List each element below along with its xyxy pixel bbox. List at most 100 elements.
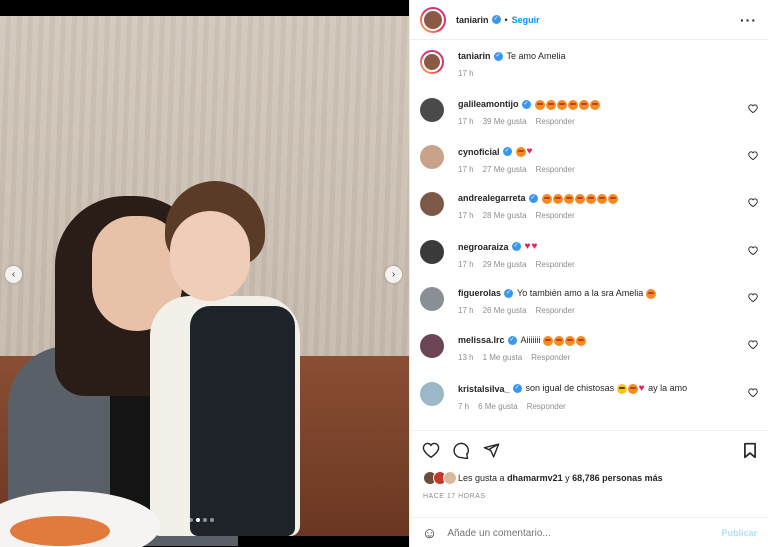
likes-middle: y — [565, 473, 570, 483]
verified-icon: ✓ — [521, 99, 531, 109]
comment-username[interactable]: melissa.lrc — [458, 334, 505, 346]
more-options-icon[interactable]: ··· — [740, 12, 757, 28]
heart-eyes-emoji-icon — [607, 193, 618, 204]
reply-button[interactable]: Responder — [536, 117, 575, 126]
comment-username[interactable]: kristalsilva_ — [458, 383, 510, 395]
comment-likes[interactable]: 28 Me gusta — [483, 211, 527, 220]
likes-user[interactable]: dhamarmv21 — [507, 473, 563, 483]
comment-likes[interactable]: 6 Me gusta — [478, 402, 518, 411]
reply-button[interactable]: Responder — [536, 165, 575, 174]
heart-eyes-emoji-icon — [574, 193, 585, 204]
comment-username[interactable]: cynoficial — [458, 146, 500, 158]
comment-text-content: Yo también amo a la sra Amelia — [517, 288, 644, 298]
verified-icon: ✓ — [528, 193, 538, 203]
heart-eyes-emoji-icon — [534, 99, 545, 110]
comment-text: ♥ — [515, 145, 534, 158]
heart-eyes-emoji-icon — [515, 146, 526, 157]
heart-eyes-emoji-icon — [578, 99, 589, 110]
carousel-dot-active — [196, 518, 200, 522]
post-timestamp: HACE 17 HORAS — [423, 493, 486, 500]
comment-item: negroaraiza ✓ ♥♥ 17 h 29 Me gusta Responder — [420, 240, 760, 269]
red-heart-emoji-icon: ♥ — [531, 241, 538, 252]
heart-eyes-emoji-icon — [585, 193, 596, 204]
comment-icon[interactable] — [453, 442, 470, 464]
likes-summary[interactable]: Les gusta a dhamarmv21 y 68,786 personas… — [423, 471, 663, 485]
comment-text: son igual de chistosas ♥ ay la amo — [526, 382, 688, 395]
verified-icon: ✓ — [502, 147, 512, 156]
caption: taniarin ✓ Te amo Amelia 17 h — [420, 50, 760, 78]
reply-button[interactable]: Responder — [536, 306, 575, 315]
carousel-dot — [203, 518, 207, 522]
carousel-dot — [210, 518, 214, 522]
comment-like-heart-icon[interactable] — [748, 104, 758, 116]
verified-icon: ✓ — [512, 384, 522, 393]
emoji-picker-icon[interactable]: ☺ — [422, 525, 437, 542]
heart-eyes-emoji-icon — [576, 335, 587, 346]
comment-like-heart-icon[interactable] — [748, 246, 758, 258]
follow-button[interactable]: Seguir — [512, 15, 540, 25]
reply-button[interactable]: Responder — [536, 211, 575, 220]
comment-time: 17 h — [458, 211, 474, 220]
liker-avatar — [443, 471, 457, 485]
post-photo — [0, 16, 409, 547]
reply-button[interactable]: Responder — [531, 353, 570, 362]
author-username[interactable]: taniarin — [456, 15, 489, 25]
carousel-next-button[interactable]: › — [385, 266, 402, 283]
post-header: taniarin ✓ • Seguir ··· — [410, 0, 768, 40]
publish-button[interactable]: Publicar — [721, 528, 757, 538]
comment-likes[interactable]: 27 Me gusta — [483, 165, 527, 174]
comment-like-heart-icon[interactable] — [748, 198, 758, 210]
like-heart-icon[interactable] — [422, 442, 440, 464]
verified-icon: ✓ — [491, 15, 501, 24]
liker-avatars — [423, 471, 457, 485]
heart-eyes-emoji-icon — [554, 335, 565, 346]
share-icon[interactable] — [483, 442, 500, 464]
heart-eyes-emoji-icon — [545, 99, 556, 110]
reply-button[interactable]: Responder — [536, 260, 575, 269]
comment-likes[interactable]: 1 Me gusta — [483, 353, 523, 362]
caption-avatar[interactable] — [420, 50, 444, 74]
likes-count[interactable]: 68,786 personas más — [572, 473, 663, 483]
comment-text-content: son igual de chistosas — [525, 383, 615, 393]
comment-avatar[interactable] — [420, 145, 444, 169]
comment-like-heart-icon[interactable] — [748, 293, 758, 305]
comment-like-heart-icon[interactable] — [748, 340, 758, 352]
comment-time: 17 h — [458, 117, 474, 126]
verified-icon: ✓ — [493, 51, 503, 61]
carousel-dots — [189, 518, 214, 522]
caption-username[interactable]: taniarin — [458, 50, 491, 62]
comment-likes[interactable]: 39 Me gusta — [483, 117, 527, 126]
author-avatar[interactable] — [420, 6, 446, 33]
comment-avatar[interactable] — [420, 98, 444, 122]
comment-avatar[interactable] — [420, 287, 444, 311]
comment-avatar[interactable] — [420, 382, 444, 406]
comment-like-heart-icon[interactable] — [748, 151, 758, 163]
comment-likes[interactable]: 29 Me gusta — [483, 260, 527, 269]
comment-avatar[interactable] — [420, 334, 444, 358]
comment-username[interactable]: galileamontijo — [458, 98, 519, 110]
comment-text: ♥♥ — [525, 240, 539, 253]
bookmark-icon[interactable] — [743, 442, 757, 461]
comment-username[interactable]: negroaraiza — [458, 241, 509, 253]
carousel-dot — [189, 518, 193, 522]
add-comment-bar: ☺ Publicar — [410, 517, 768, 547]
photo-child-face — [170, 211, 250, 301]
comment-text — [534, 98, 601, 110]
comment-avatar[interactable] — [420, 192, 444, 216]
comment-likes[interactable]: 26 Me gusta — [483, 306, 527, 315]
heart-eyes-emoji-icon — [645, 288, 656, 299]
post-actions: Les gusta a dhamarmv21 y 68,786 personas… — [410, 430, 768, 547]
comment-input[interactable] — [447, 527, 698, 539]
reply-button[interactable]: Responder — [527, 402, 566, 411]
heart-eyes-emoji-icon — [541, 193, 552, 204]
verified-icon: ✓ — [511, 242, 521, 251]
comment-username[interactable]: figuerolas — [458, 287, 501, 299]
comment-avatar[interactable] — [420, 240, 444, 264]
comment-item: kristalsilva_ ✓ son igual de chistosas ♥ a… — [420, 382, 760, 411]
comment-username[interactable]: andrealegarreta — [458, 192, 526, 204]
comments-list[interactable]: taniarin ✓ Te amo Amelia 17 h galileamon… — [410, 40, 768, 430]
carousel-prev-button[interactable]: ‹ — [5, 266, 22, 283]
heart-eyes-emoji-icon — [565, 335, 576, 346]
red-heart-emoji-icon: ♥ — [524, 241, 531, 252]
comment-like-heart-icon[interactable] — [748, 388, 758, 400]
